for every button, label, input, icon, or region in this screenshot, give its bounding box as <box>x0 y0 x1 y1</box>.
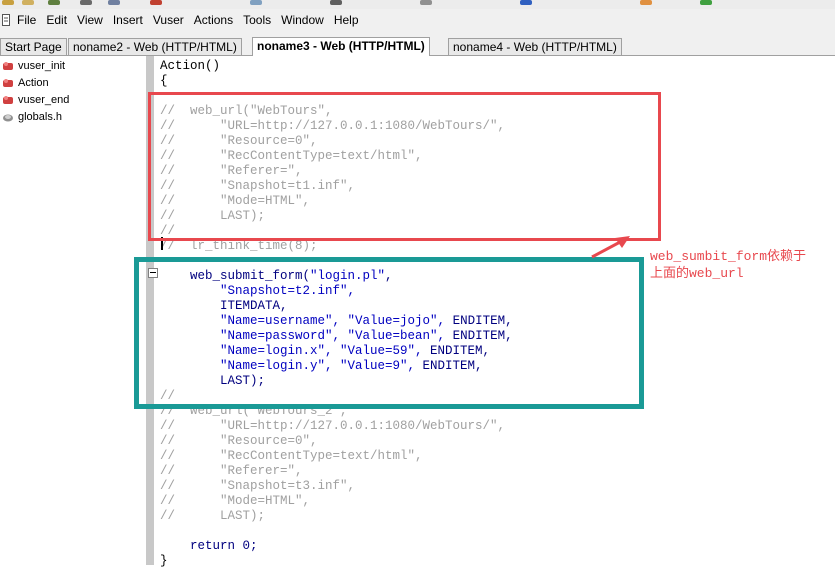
annotation-line-1: web_sumbit_form依赖于 <box>650 249 807 264</box>
annotation-arrow-icon <box>591 236 630 259</box>
annotation-line-2: 上面的web_url <box>650 266 744 281</box>
annotation-note: web_sumbit_form依赖于 上面的web_url <box>650 248 806 282</box>
